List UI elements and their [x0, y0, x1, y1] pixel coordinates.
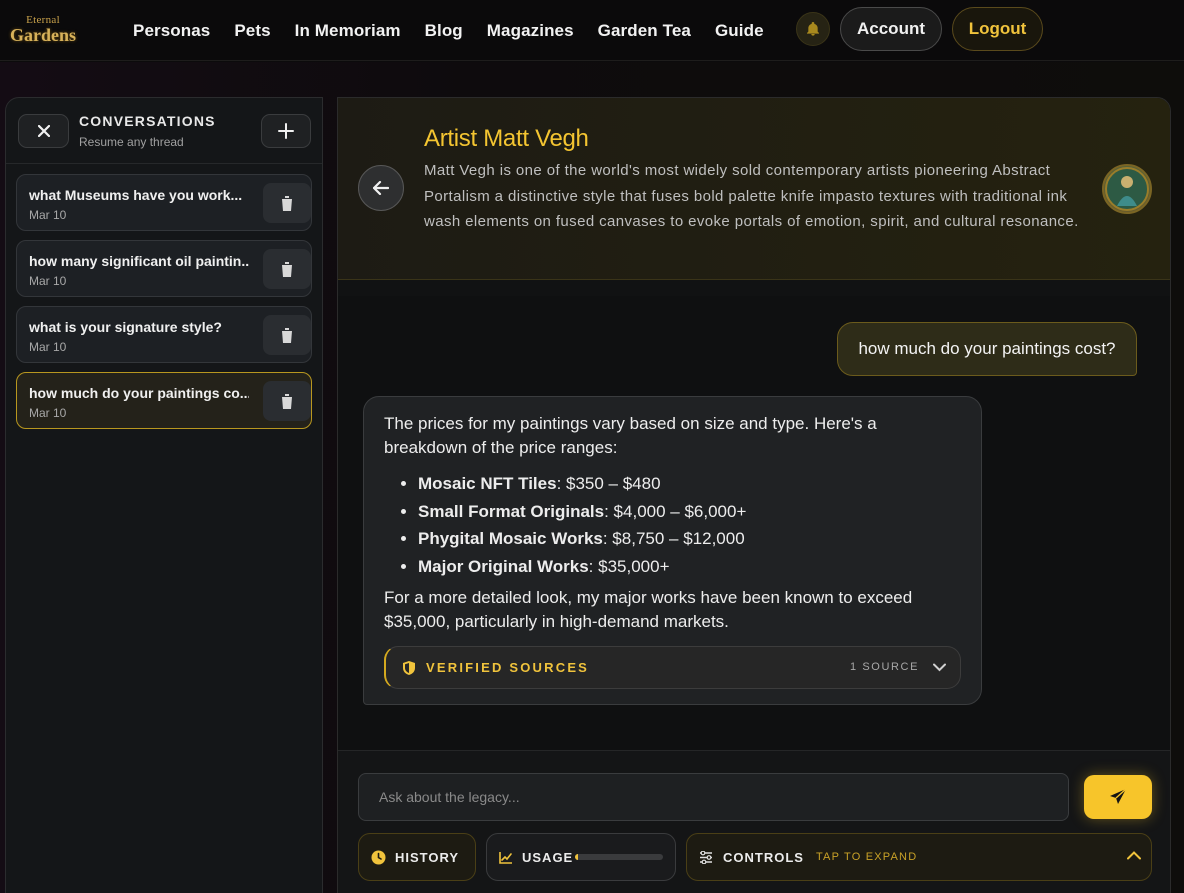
brand-logo-line1: Eternal	[26, 13, 60, 26]
back-button[interactable]	[358, 165, 404, 211]
price-value: : $350 – $480	[556, 474, 661, 493]
reply-outro: For a more detailed look, my major works…	[384, 588, 913, 631]
source-count: 1 SOURCE	[850, 661, 920, 673]
composer: Ask about the legacy... HISTORY USAGE CO…	[338, 750, 1170, 893]
nav-magazines[interactable]: Magazines	[487, 21, 574, 41]
price-label: Phygital Mosaic Works	[418, 529, 603, 548]
trash-icon	[281, 261, 293, 277]
clock-icon	[371, 850, 386, 864]
conversation-title: how many significant oil paintin...	[29, 253, 249, 269]
controls-toggle[interactable]: CONTROLS TAP TO EXPAND	[686, 833, 1152, 881]
conversation-date: Mar 10	[29, 406, 67, 420]
verified-sources-label: VERIFIED SOURCES	[426, 660, 590, 675]
conversation-item-active[interactable]: how much do your paintings co... Mar 10	[16, 372, 312, 429]
usage-label: USAGE	[522, 849, 574, 865]
nav-guide[interactable]: Guide	[715, 21, 764, 41]
nav-in-memoriam[interactable]: In Memoriam	[295, 21, 401, 41]
trash-icon	[281, 195, 293, 211]
avatar-artwork-icon	[1105, 167, 1149, 211]
price-value: : $4,000 – $6,000+	[604, 501, 747, 521]
reply-intro: The prices for my paintings vary based o…	[384, 414, 877, 457]
brand-logo[interactable]: Eternal Gardens	[10, 12, 76, 46]
trash-icon	[281, 327, 293, 343]
arrow-left-icon	[373, 181, 389, 195]
account-button[interactable]: Account	[840, 7, 942, 51]
price-item: Mosaic NFT Tiles: $350 – $480	[418, 470, 746, 498]
logout-button[interactable]: Logout	[952, 7, 1043, 51]
assistant-message-bubble: The prices for my paintings vary based o…	[363, 396, 982, 705]
price-label: Mosaic NFT Tiles	[418, 474, 557, 493]
sidebar-subtitle: Resume any thread	[79, 135, 184, 149]
shield-icon	[403, 661, 415, 675]
delete-conversation-button[interactable]	[263, 183, 311, 223]
history-button[interactable]: HISTORY	[358, 833, 476, 881]
chevron-down-icon	[933, 663, 946, 672]
nav-personas[interactable]: Personas	[133, 21, 210, 41]
price-item: Major Original Works: $35,000+	[418, 553, 746, 581]
conversation-title: what is your signature style?	[29, 319, 222, 335]
delete-conversation-button[interactable]	[263, 249, 311, 289]
send-button[interactable]	[1084, 775, 1152, 819]
conversation-item[interactable]: what Museums have you work... Mar 10	[16, 174, 312, 231]
controls-label: CONTROLS	[723, 849, 804, 865]
sidebar-header: CONVERSATIONS Resume any thread	[6, 98, 322, 164]
price-value: : $8,750 – $12,000	[602, 529, 745, 548]
trash-icon	[281, 393, 293, 409]
persona-name: Artist Matt Vegh	[424, 125, 589, 152]
conversation-date: Mar 10	[29, 208, 67, 222]
delete-conversation-button[interactable]	[263, 315, 311, 355]
persona-header: Artist Matt Vegh Matt Vegh is one of the…	[338, 98, 1170, 280]
verified-sources-toggle[interactable]: VERIFIED SOURCES 1 SOURCE	[384, 646, 961, 689]
conversation-item[interactable]: how many significant oil paintin... Mar …	[16, 240, 312, 297]
price-item: Small Format Originals: $4,000 – $6,000+	[418, 498, 746, 526]
chevron-up-icon	[1127, 851, 1141, 860]
main-nav: Personas Pets In Memoriam Blog Magazines…	[133, 0, 788, 61]
usage-bar	[575, 854, 663, 860]
conversation-title: how much do your paintings co...	[29, 385, 249, 401]
conversation-item[interactable]: what is your signature style? Mar 10	[16, 306, 312, 363]
usage-bar-fill	[575, 854, 578, 860]
close-sidebar-button[interactable]	[18, 114, 69, 148]
conversations-sidebar: CONVERSATIONS Resume any thread what Mus…	[5, 97, 323, 893]
controls-hint: TAP TO EXPAND	[815, 851, 918, 863]
price-label: Small Format Originals	[418, 501, 605, 521]
price-value: : $35,000+	[588, 556, 670, 576]
brand-logo-line2: Gardens	[10, 24, 77, 45]
send-icon	[1110, 788, 1127, 804]
sidebar-title: CONVERSATIONS	[79, 113, 216, 129]
bell-icon	[807, 22, 819, 36]
new-conversation-button[interactable]	[261, 114, 311, 148]
usage-indicator[interactable]: USAGE	[486, 833, 676, 881]
price-label: Major Original Works	[418, 556, 589, 576]
delete-conversation-button[interactable]	[263, 381, 311, 421]
top-navbar: Eternal Gardens Personas Pets In Memoria…	[0, 0, 1184, 61]
sliders-icon	[700, 850, 712, 864]
nav-blog[interactable]: Blog	[425, 21, 463, 41]
plus-icon	[278, 123, 294, 139]
conversation-date: Mar 10	[29, 274, 67, 288]
nav-garden-tea[interactable]: Garden Tea	[598, 21, 691, 41]
history-label: HISTORY	[395, 849, 460, 865]
nav-pets[interactable]: Pets	[234, 21, 270, 41]
message-input[interactable]: Ask about the legacy...	[358, 773, 1069, 821]
close-icon	[37, 125, 50, 137]
chat-panel: Artist Matt Vegh Matt Vegh is one of the…	[337, 97, 1171, 893]
persona-avatar[interactable]	[1102, 164, 1152, 214]
notifications-button[interactable]	[796, 12, 830, 46]
price-item: Phygital Mosaic Works: $8,750 – $12,000	[418, 525, 746, 553]
conversation-title: what Museums have you work...	[29, 187, 243, 203]
persona-description: Matt Vegh is one of the world's most wid…	[424, 162, 1079, 231]
trend-chart-icon	[499, 851, 512, 864]
conversation-date: Mar 10	[29, 340, 67, 354]
user-message-bubble: how much do your paintings cost?	[837, 322, 1137, 376]
price-list: Mosaic NFT Tiles: $350 – $480 Small Form…	[418, 470, 746, 580]
